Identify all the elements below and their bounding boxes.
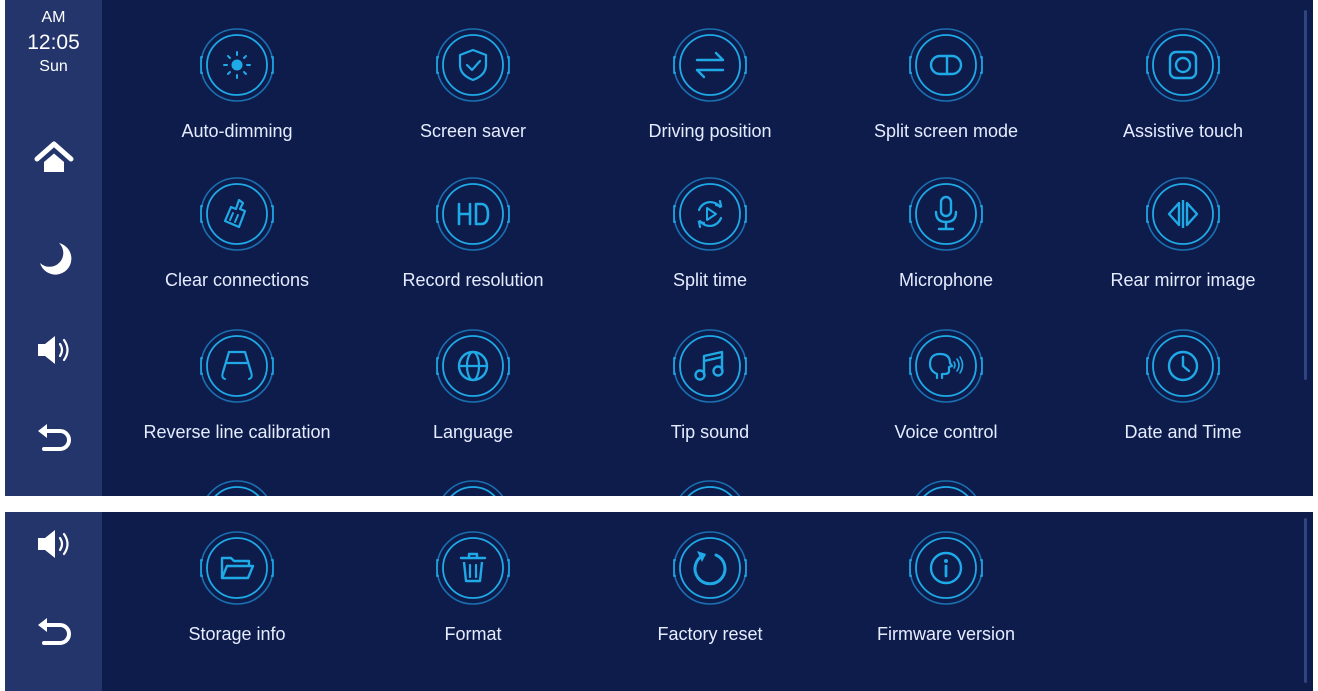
setting-label: Microphone bbox=[898, 270, 994, 290]
setting-date-and-time[interactable]: Date and Time bbox=[1065, 328, 1301, 448]
setting-split-time[interactable]: Split time bbox=[592, 176, 828, 296]
volume-button[interactable] bbox=[5, 320, 102, 380]
next-row-icon-partial bbox=[672, 479, 748, 496]
setting-label: Format bbox=[444, 624, 502, 644]
setting-rear-mirror-image[interactable]: Rear mirror image bbox=[1065, 176, 1301, 296]
setting-voice-control[interactable]: Voice control bbox=[828, 328, 1064, 448]
clock-icon bbox=[1145, 328, 1221, 404]
setting-label: Tip sound bbox=[670, 422, 750, 442]
setting-record-resolution[interactable]: Record resolution bbox=[355, 176, 591, 296]
setting-format[interactable]: Format bbox=[355, 530, 591, 650]
setting-label: Split screen mode bbox=[873, 121, 1019, 141]
setting-reverse-line-calibration[interactable]: Reverse line calibration bbox=[119, 328, 355, 448]
back-button[interactable] bbox=[5, 603, 102, 663]
speaker-icon bbox=[34, 330, 74, 370]
setting-label: Screen saver bbox=[419, 121, 527, 141]
setting-firmware-version[interactable]: Firmware version bbox=[828, 530, 1064, 650]
setting-label: Firmware version bbox=[876, 624, 1016, 644]
status-clock: AM 12:05 Sun bbox=[5, 10, 102, 75]
setting-auto-dimming[interactable]: Auto-dimming bbox=[119, 27, 355, 147]
hd-icon bbox=[435, 176, 511, 252]
voice-control-icon bbox=[908, 328, 984, 404]
setting-clear-connections[interactable]: Clear connections bbox=[119, 176, 355, 296]
split-screen-icon bbox=[908, 27, 984, 103]
night-mode-button[interactable] bbox=[5, 228, 102, 288]
broom-icon bbox=[199, 176, 275, 252]
sidebar bbox=[5, 512, 102, 691]
clock-time: 12:05 bbox=[27, 31, 80, 54]
speaker-icon bbox=[34, 524, 74, 564]
moon-icon bbox=[34, 238, 74, 278]
setting-label: Voice control bbox=[894, 422, 998, 442]
back-arrow-icon bbox=[34, 613, 74, 653]
setting-label: Date and Time bbox=[1124, 422, 1242, 442]
sun-icon bbox=[199, 27, 275, 103]
folder-icon bbox=[199, 530, 275, 606]
reset-icon bbox=[672, 530, 748, 606]
shield-check-icon bbox=[435, 27, 511, 103]
setting-label: Storage info bbox=[188, 624, 286, 644]
swap-arrows-icon bbox=[672, 27, 748, 103]
assistive-touch-icon bbox=[1145, 27, 1221, 103]
setting-label: Clear connections bbox=[164, 270, 310, 290]
setting-split-screen-mode[interactable]: Split screen mode bbox=[828, 27, 1064, 147]
next-row-icon-partial bbox=[199, 479, 275, 496]
scrollbar[interactable] bbox=[1304, 518, 1307, 683]
setting-label: Record resolution bbox=[402, 270, 544, 290]
setting-screen-saver[interactable]: Screen saver bbox=[355, 27, 591, 147]
globe-icon bbox=[435, 328, 511, 404]
setting-tip-sound[interactable]: Tip sound bbox=[592, 328, 828, 448]
next-row-icon-partial bbox=[435, 479, 511, 496]
microphone-icon bbox=[908, 176, 984, 252]
loop-play-icon bbox=[672, 176, 748, 252]
setting-language[interactable]: Language bbox=[355, 328, 591, 448]
music-note-icon bbox=[672, 328, 748, 404]
setting-label: Split time bbox=[672, 270, 748, 290]
sidebar: AM 12:05 Sun bbox=[5, 0, 102, 496]
setting-label: Rear mirror image bbox=[1110, 270, 1256, 290]
clock-ampm: AM bbox=[41, 9, 66, 26]
setting-storage-info[interactable]: Storage info bbox=[119, 530, 355, 650]
setting-label: Auto-dimming bbox=[181, 121, 293, 141]
clock-day: Sun bbox=[39, 58, 68, 75]
back-button[interactable] bbox=[5, 409, 102, 469]
scrollbar[interactable] bbox=[1304, 10, 1307, 380]
settings-panel-bottom: Storage info Format Factory reset Firmwa… bbox=[5, 512, 1313, 691]
setting-assistive-touch[interactable]: Assistive touch bbox=[1065, 27, 1301, 147]
setting-label: Factory reset bbox=[657, 624, 763, 644]
setting-label: Assistive touch bbox=[1122, 121, 1244, 141]
reverse-lines-icon bbox=[199, 328, 275, 404]
setting-label: Language bbox=[432, 422, 514, 442]
setting-driving-position[interactable]: Driving position bbox=[592, 27, 828, 147]
volume-button[interactable] bbox=[5, 514, 102, 574]
home-icon bbox=[34, 138, 74, 178]
settings-panel-top: AM 12:05 Sun Auto-dimming Screen saver D… bbox=[5, 0, 1313, 496]
home-button[interactable] bbox=[5, 128, 102, 188]
info-icon bbox=[908, 530, 984, 606]
setting-label: Reverse line calibration bbox=[143, 422, 331, 442]
setting-microphone[interactable]: Microphone bbox=[828, 176, 1064, 296]
trash-icon bbox=[435, 530, 511, 606]
mirror-icon bbox=[1145, 176, 1221, 252]
setting-factory-reset[interactable]: Factory reset bbox=[592, 530, 828, 650]
back-arrow-icon bbox=[34, 419, 74, 459]
next-row-icon-partial bbox=[908, 479, 984, 496]
setting-label: Driving position bbox=[648, 121, 772, 141]
